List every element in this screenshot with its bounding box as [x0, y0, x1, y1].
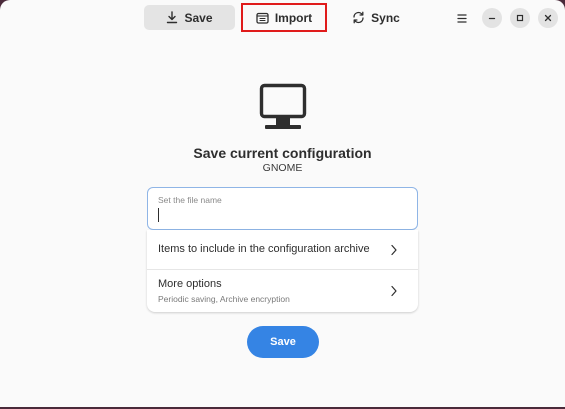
items-to-include-row[interactable]: Items to include in the configuration ar…: [147, 230, 418, 270]
more-options-label: More options: [158, 278, 222, 290]
maximize-icon: [516, 14, 524, 22]
page-subtitle: GNOME: [262, 162, 303, 174]
close-icon: [544, 14, 552, 22]
sync-icon: [353, 11, 364, 24]
import-icon: [256, 12, 269, 24]
maximize-button[interactable]: [510, 8, 530, 28]
app-window: Save Import Sync Save current configurat…: [0, 0, 565, 407]
chevron-right-icon: [391, 244, 397, 256]
minimize-icon: [488, 17, 496, 20]
page-title: Save current configuration: [193, 145, 372, 161]
hamburger-menu-icon: [457, 13, 467, 23]
main-menu-button[interactable]: [452, 8, 472, 28]
file-name-label: Set the file name: [158, 195, 222, 205]
tab-sync[interactable]: Sync: [346, 5, 406, 30]
download-icon: [167, 11, 178, 24]
minimize-button[interactable]: [482, 8, 502, 28]
save-button[interactable]: Save: [247, 326, 319, 358]
close-button[interactable]: [538, 8, 558, 28]
more-options-row[interactable]: More options Periodic saving, Archive en…: [147, 270, 418, 312]
header-bar: Save Import Sync: [0, 0, 565, 36]
tab-save-label: Save: [184, 10, 213, 25]
tab-import[interactable]: Import: [244, 5, 324, 30]
options-list: Items to include in the configuration ar…: [147, 230, 418, 312]
file-name-input[interactable]: [157, 206, 407, 224]
tab-sync-label: Sync: [371, 10, 400, 25]
more-options-subtitle: Periodic saving, Archive encryption: [158, 294, 290, 304]
computer-monitor-icon: [259, 83, 307, 129]
text-caret: [158, 208, 159, 222]
chevron-right-icon: [391, 285, 397, 297]
tab-import-label: Import: [274, 10, 313, 25]
tab-save[interactable]: Save: [144, 5, 235, 30]
items-to-include-label: Items to include in the configuration ar…: [158, 243, 370, 255]
file-name-field[interactable]: Set the file name: [147, 187, 418, 230]
